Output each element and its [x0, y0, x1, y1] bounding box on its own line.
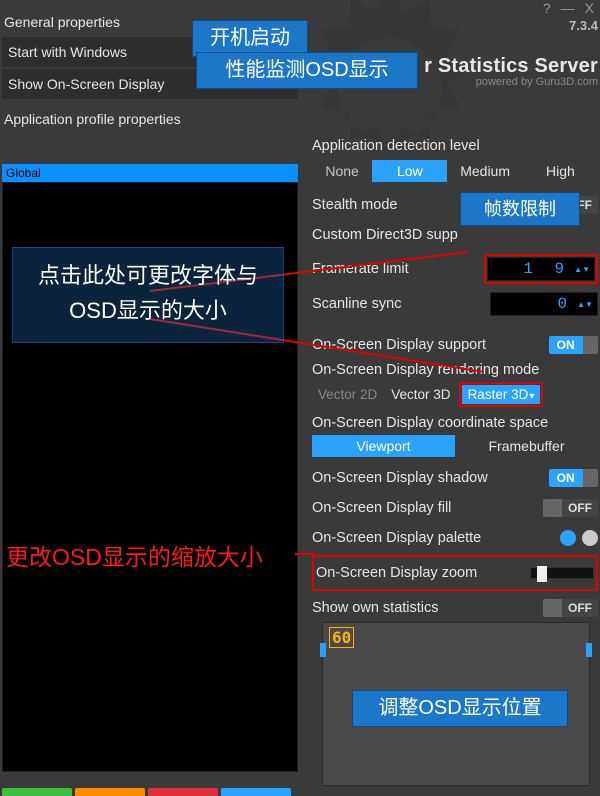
- osd-zoom-label: On-Screen Display zoom: [316, 565, 530, 581]
- tab-orange[interactable]: [75, 788, 145, 796]
- slider-thumb[interactable]: [537, 566, 547, 582]
- osd-support-toggle[interactable]: ON: [549, 336, 598, 354]
- show-own-stats-row: Show own statistics OFF: [312, 595, 598, 621]
- brand: r Statistics Server powered by Guru3D.co…: [424, 55, 598, 88]
- osd-render-mode-label: On-Screen Display rendering mode: [312, 362, 598, 378]
- detection-low[interactable]: Low: [372, 160, 447, 182]
- osd-palette-label: On-Screen Display palette: [312, 530, 538, 546]
- detection-level-label: Application detection level: [312, 138, 598, 154]
- osd-fill-row: On-Screen Display fill OFF: [312, 495, 598, 521]
- framerate-limit-row: Framerate limit 1 9 ▲▼: [312, 252, 598, 286]
- application-profile-header: Application profile properties: [2, 105, 298, 133]
- mode-vector-2d[interactable]: Vector 2D: [312, 385, 383, 404]
- swatch-2[interactable]: [560, 530, 576, 546]
- detection-medium[interactable]: Medium: [447, 160, 522, 182]
- custom-d3d-label: Custom Direct3D supp: [312, 227, 598, 243]
- framerate-limit-label: Framerate limit: [312, 261, 484, 277]
- tab-green[interactable]: [2, 788, 72, 796]
- preview-left-handle[interactable]: [320, 643, 326, 657]
- osd-zoom-row: On-Screen Display zoom: [316, 560, 594, 586]
- osd-zoom-slider[interactable]: [530, 567, 594, 579]
- osd-render-mode-selector[interactable]: Vector 2D Vector 3D Raster 3D▾: [312, 382, 598, 407]
- scanline-sync-label: Scanline sync: [312, 296, 490, 312]
- version-label: 7.3.4: [569, 18, 598, 33]
- bottom-tabs: [2, 788, 291, 796]
- annotation-zoom-scale: 更改OSD显示的缩放大小: [6, 538, 263, 572]
- preview-right-handle[interactable]: [586, 643, 592, 657]
- osd-fill-toggle[interactable]: OFF: [543, 499, 598, 517]
- osd-shadow-label: On-Screen Display shadow: [312, 470, 549, 486]
- chevron-down-icon: ▾: [529, 391, 534, 402]
- coord-space-selector[interactable]: Viewport Framebuffer: [312, 435, 598, 457]
- swatch-3[interactable]: [582, 530, 598, 546]
- osd-palette-row: On-Screen Display palette: [312, 525, 598, 551]
- app-title: r Statistics Server: [424, 55, 598, 78]
- coord-framebuffer[interactable]: Framebuffer: [455, 435, 598, 457]
- tab-red[interactable]: [148, 788, 218, 796]
- detection-none[interactable]: None: [312, 160, 372, 182]
- coord-space-label: On-Screen Display coordinate space: [312, 415, 598, 431]
- annotation-font-size: 点击此处可更改字体与OSD显示的大小: [12, 247, 284, 343]
- detection-level-selector[interactable]: None Low Medium High: [312, 160, 598, 182]
- annotation-fps-limit: 帧数限制: [460, 192, 580, 226]
- tab-blue[interactable]: [221, 788, 291, 796]
- preview-fps: 60: [329, 627, 354, 648]
- framerate-limit-input[interactable]: 1 9 ▲▼: [487, 257, 595, 281]
- annotation-position: 调整OSD显示位置: [352, 690, 568, 727]
- coord-viewport[interactable]: Viewport: [312, 435, 455, 457]
- show-own-stats-toggle[interactable]: OFF: [543, 599, 598, 617]
- scanline-sync-row: Scanline sync 0 ▲▼: [312, 290, 598, 318]
- help-button[interactable]: ?: [541, 0, 553, 16]
- mode-vector-3d[interactable]: Vector 3D: [385, 385, 456, 404]
- left-panel: General properties Start with Windows Sh…: [2, 8, 298, 772]
- osd-shadow-toggle[interactable]: ON: [549, 469, 598, 487]
- swatch-1[interactable]: [538, 530, 554, 546]
- window-controls: ? — X: [541, 0, 596, 16]
- connector-line-3: [295, 553, 315, 555]
- osd-shadow-row: On-Screen Display shadow ON: [312, 465, 598, 491]
- stepper-arrows-icon[interactable]: ▲▼: [574, 266, 590, 273]
- show-own-stats-label: Show own statistics: [312, 600, 543, 616]
- scanline-sync-input[interactable]: 0 ▲▼: [490, 292, 598, 316]
- profile-global[interactable]: Global: [2, 164, 298, 182]
- annotation-osd-show: 性能监测OSD显示: [196, 52, 418, 89]
- detection-high[interactable]: High: [523, 160, 598, 182]
- close-button[interactable]: X: [583, 0, 596, 16]
- palette-swatches[interactable]: [538, 530, 598, 546]
- stepper-arrows-icon[interactable]: ▲▼: [577, 301, 593, 308]
- mode-raster-3d[interactable]: Raster 3D▾: [462, 385, 541, 404]
- osd-support-row: On-Screen Display support ON: [312, 332, 598, 358]
- osd-fill-label: On-Screen Display fill: [312, 500, 543, 516]
- minimize-button[interactable]: —: [559, 0, 577, 16]
